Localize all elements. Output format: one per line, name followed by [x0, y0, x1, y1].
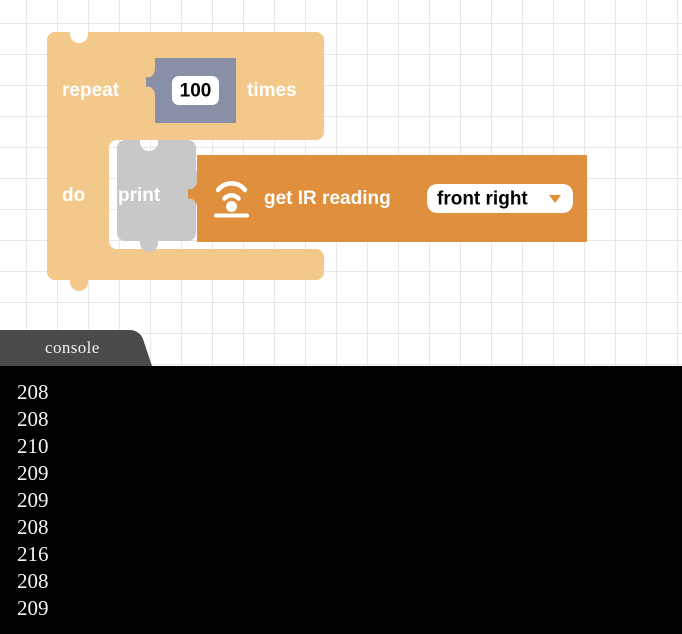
- repeat-count-socket[interactable]: 100: [146, 58, 236, 123]
- repeat-do-label: do: [62, 185, 85, 206]
- console-tab[interactable]: console: [0, 330, 180, 366]
- console-line: 216: [17, 542, 49, 566]
- console-tab-label: console: [45, 338, 100, 357]
- ir-dropdown-value[interactable]: front right: [437, 189, 528, 210]
- repeat-count-value[interactable]: 100: [180, 81, 212, 102]
- blockly-workspace[interactable]: repeat 100 times do print get IR reading…: [0, 0, 682, 366]
- console-line: 209: [17, 461, 49, 485]
- console-line: 208: [17, 569, 49, 593]
- console-line: 208: [17, 380, 49, 404]
- blocks-canvas: repeat 100 times do print get IR reading…: [47, 32, 587, 291]
- console-line: 208: [17, 515, 49, 539]
- ir-block-label: get IR reading: [264, 188, 391, 209]
- console-line: 209: [17, 596, 49, 620]
- console-output[interactable]: 208 208 210 209 209 208 216 208 209: [0, 366, 682, 634]
- console-line: 210: [17, 434, 49, 458]
- ir-sensor-dropdown[interactable]: front right: [427, 184, 573, 213]
- repeat-label: repeat: [62, 80, 120, 101]
- print-label: print: [118, 185, 161, 206]
- console-line: 208: [17, 407, 49, 431]
- get-ir-reading-block[interactable]: get IR reading front right: [188, 155, 587, 242]
- repeat-times-label: times: [247, 80, 297, 101]
- blockly-app: repeat 100 times do print get IR reading…: [0, 0, 682, 634]
- console-line: 209: [17, 488, 49, 512]
